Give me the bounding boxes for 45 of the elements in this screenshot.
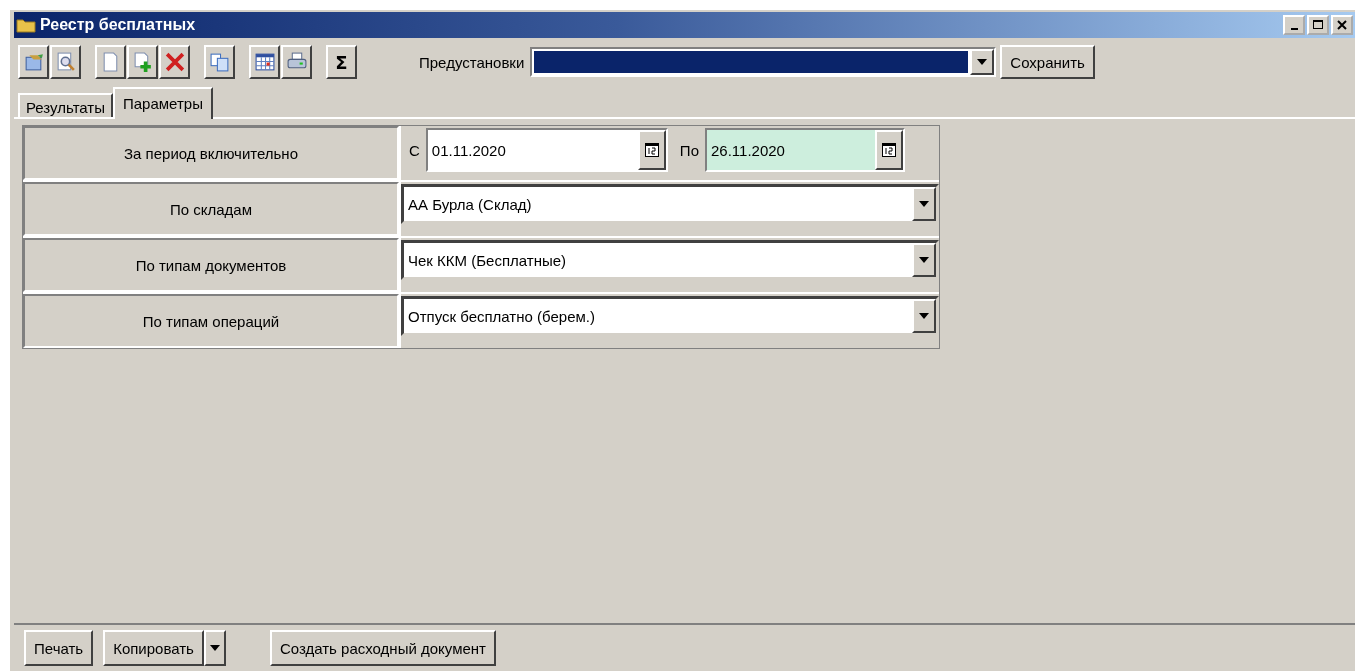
toolbar-button[interactable]: [127, 45, 158, 79]
parameter-label: По типам документов: [23, 238, 399, 292]
folder-icon: [16, 17, 36, 33]
parameter-label: По складам: [23, 182, 399, 236]
dropdown-field[interactable]: Отпуск бесплатно (берем.): [401, 296, 939, 336]
dropdown-field[interactable]: АА Бурла (Склад): [401, 184, 939, 224]
tab[interactable]: Параметры: [113, 87, 213, 119]
copy-button[interactable]: Копировать: [103, 630, 204, 666]
document-icon: [22, 51, 45, 73]
maximize-button[interactable]: [1307, 15, 1329, 35]
close-icon: [1337, 20, 1347, 30]
date-field[interactable]: 26.11.2020: [704, 128, 905, 172]
toolbar-button[interactable]: [159, 45, 190, 79]
magnifier-icon: [54, 51, 77, 73]
maximize-icon: [1313, 20, 1323, 30]
delete-icon: [163, 51, 186, 73]
calendar-icon[interactable]: [874, 130, 903, 170]
presets-label: Предустановки: [419, 53, 525, 71]
dropdown-button[interactable]: [203, 630, 226, 666]
calendar-icon[interactable]: [637, 130, 666, 170]
action-button[interactable]: Печать: [24, 630, 94, 666]
calendar-icon: [253, 51, 276, 73]
toolbar-button[interactable]: [95, 45, 126, 79]
date-field[interactable]: 01.11.2020: [425, 128, 668, 172]
copy-icon: [208, 51, 231, 73]
sum-button[interactable]: Σ: [326, 45, 357, 79]
window-title: Реестр бесплатных: [40, 16, 197, 34]
minimize-button[interactable]: [1283, 15, 1305, 35]
date-label: По: [678, 140, 699, 161]
toolbar-button[interactable]: [50, 45, 81, 79]
date-label: С: [408, 140, 420, 161]
toolbar-button[interactable]: [249, 45, 280, 79]
save-button[interactable]: Сохранить: [1000, 45, 1095, 79]
toolbar-button[interactable]: [281, 45, 312, 79]
parameter-label: По типам операций: [23, 294, 399, 348]
caret-icon: [209, 645, 220, 651]
toolbar-button[interactable]: [18, 45, 49, 79]
toolbar-button[interactable]: [204, 45, 235, 79]
minimize-icon: [1290, 28, 1298, 30]
action-button[interactable]: Создать расходный документ: [269, 630, 496, 666]
page-plus-icon: [131, 51, 154, 73]
presets-dropdown[interactable]: [530, 47, 997, 77]
close-button[interactable]: [1331, 15, 1353, 35]
dropdown-field[interactable]: Чек ККМ (Бесплатные): [401, 240, 939, 280]
parameter-label: За период включительно: [23, 126, 399, 180]
